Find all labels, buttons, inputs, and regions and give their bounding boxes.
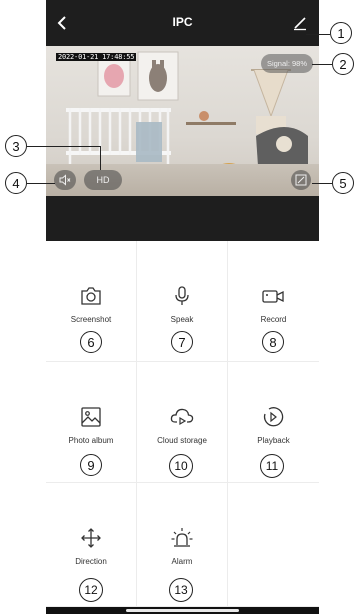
empty-cell bbox=[228, 483, 319, 607]
alarm-label: Alarm bbox=[171, 557, 193, 566]
hd-quality-button[interactable]: HD bbox=[84, 170, 122, 190]
record-label: Record bbox=[260, 315, 287, 324]
callout-6: 6 bbox=[80, 331, 102, 353]
callout-5-leader bbox=[312, 183, 332, 184]
callout-10: 10 bbox=[169, 454, 193, 478]
callout-7: 7 bbox=[171, 331, 193, 353]
fullscreen-icon bbox=[295, 174, 307, 186]
page-title: IPC bbox=[172, 15, 193, 29]
screenshot-label: Screenshot bbox=[70, 315, 112, 324]
playback-label: Playback bbox=[257, 436, 290, 445]
mute-button[interactable] bbox=[54, 170, 76, 190]
direction-icon bbox=[81, 528, 101, 548]
callout-12: 12 bbox=[79, 578, 103, 602]
callout-13: 13 bbox=[169, 578, 193, 602]
video-bottom-bar bbox=[46, 196, 319, 241]
callout-3-leader-h bbox=[27, 146, 101, 147]
callout-4: 4 bbox=[5, 172, 27, 194]
callout-2-leader bbox=[312, 64, 332, 65]
camera-screen: IPC 2022-01-21 17:48:55 Signal: 98% HD S… bbox=[46, 0, 319, 614]
photo-album-icon bbox=[81, 407, 101, 427]
alarm-icon bbox=[171, 528, 193, 547]
photo-album-label: Photo album bbox=[68, 436, 114, 445]
callout-9: 9 bbox=[80, 454, 102, 476]
callout-5: 5 bbox=[332, 172, 354, 194]
playback-icon bbox=[263, 407, 284, 427]
video-record-icon bbox=[262, 290, 284, 303]
camera-icon bbox=[81, 287, 101, 305]
edit-icon[interactable] bbox=[291, 14, 309, 32]
speak-label: Speak bbox=[170, 315, 194, 324]
callout-1-leader bbox=[306, 34, 330, 35]
timestamp-overlay: 2022-01-21 17:48:55 bbox=[56, 53, 137, 61]
signal-strength-badge: Signal: 98% bbox=[260, 54, 313, 73]
speaker-muted-icon bbox=[59, 174, 71, 186]
hd-label: HD bbox=[96, 175, 110, 185]
top-bar: IPC bbox=[46, 0, 319, 46]
callout-3: 3 bbox=[5, 135, 27, 157]
direction-label: Direction bbox=[75, 557, 107, 566]
callout-11: 11 bbox=[260, 454, 284, 478]
callout-2: 2 bbox=[332, 53, 354, 75]
callout-4-leader bbox=[27, 183, 55, 184]
fullscreen-button[interactable] bbox=[291, 170, 311, 190]
cloud-storage-icon bbox=[170, 408, 194, 426]
callout-1: 1 bbox=[330, 22, 352, 44]
callout-8: 8 bbox=[262, 331, 284, 353]
cloud-storage-label: Cloud storage bbox=[157, 436, 207, 445]
callout-3-leader-v bbox=[100, 146, 101, 170]
function-grid: Screenshot Speak Record Photo album Clou… bbox=[46, 241, 319, 607]
microphone-icon bbox=[175, 286, 189, 305]
live-video-view[interactable]: 2022-01-21 17:48:55 Signal: 98% HD bbox=[46, 46, 319, 196]
home-indicator[interactable] bbox=[126, 609, 239, 612]
